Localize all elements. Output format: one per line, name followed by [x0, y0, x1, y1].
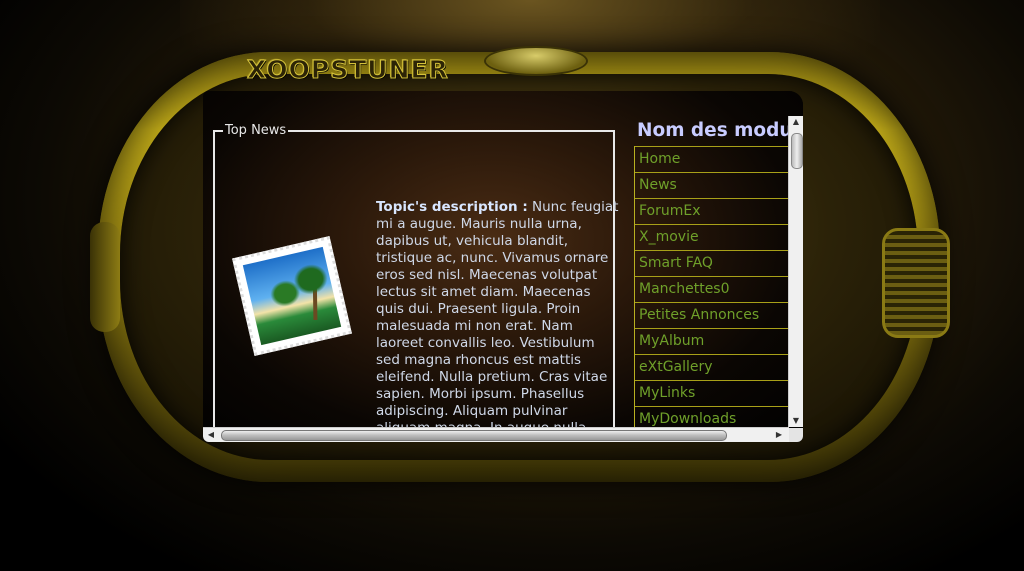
screen-viewport: Top News Topic's description : Nunc feug… [203, 91, 803, 442]
vertical-scrollbar[interactable]: ▲ ▼ [788, 116, 803, 427]
stamp-photo-icon[interactable] [232, 236, 352, 356]
menu-item-home[interactable]: Home [635, 146, 789, 172]
palm-leaves-right [290, 260, 331, 298]
left-knob [90, 222, 120, 332]
menu-item-mylinks[interactable]: MyLinks [635, 380, 789, 406]
scroll-down-icon[interactable]: ▼ [789, 415, 803, 427]
topic-description: Topic's description : Nunc feugiat mi a … [376, 199, 619, 442]
menu-item-extgallery[interactable]: eXtGallery [635, 354, 789, 380]
horizontal-scrollbar[interactable]: ◀ ▶ [203, 427, 789, 442]
top-gem-icon [484, 46, 588, 76]
menu-item-manchettes0[interactable]: Manchettes0 [635, 276, 789, 302]
menu-item-mydownloads[interactable]: MyDownloads [635, 406, 789, 428]
modules-menu: Nom des modul Home News ForumEx X_movie … [634, 119, 789, 428]
modules-menu-title: Nom des modul [637, 120, 789, 141]
beach-photo [242, 246, 342, 346]
menu-item-news[interactable]: News [635, 172, 789, 198]
menu-item-petites-annonces[interactable]: Petites Annonces [635, 302, 789, 328]
scroll-left-icon[interactable]: ◀ [205, 428, 217, 442]
side-grip-icon [882, 228, 950, 338]
menu-item-smart-faq[interactable]: Smart FAQ [635, 250, 789, 276]
menu-item-forumex[interactable]: ForumEx [635, 198, 789, 224]
site-logo[interactable]: XOOPSTUNER [247, 55, 449, 85]
menu-item-myalbum[interactable]: MyAlbum [635, 328, 789, 354]
top-news-block: Top News Topic's description : Nunc feug… [213, 123, 618, 442]
scroll-up-icon[interactable]: ▲ [789, 116, 803, 128]
horizontal-scroll-thumb[interactable] [221, 430, 727, 441]
topic-label: Topic's description : [376, 199, 528, 215]
topic-body: Nunc feugiat mi a augue. Mauris nulla ur… [376, 199, 619, 442]
scroll-right-icon[interactable]: ▶ [773, 428, 785, 442]
top-news-legend: Top News [225, 123, 287, 138]
menu-item-x-movie[interactable]: X_movie [635, 224, 789, 250]
scrollbar-corner [789, 428, 803, 442]
modules-list: Home News ForumEx X_movie Smart FAQ Manc… [634, 146, 789, 428]
vertical-scroll-thumb[interactable] [791, 133, 803, 169]
